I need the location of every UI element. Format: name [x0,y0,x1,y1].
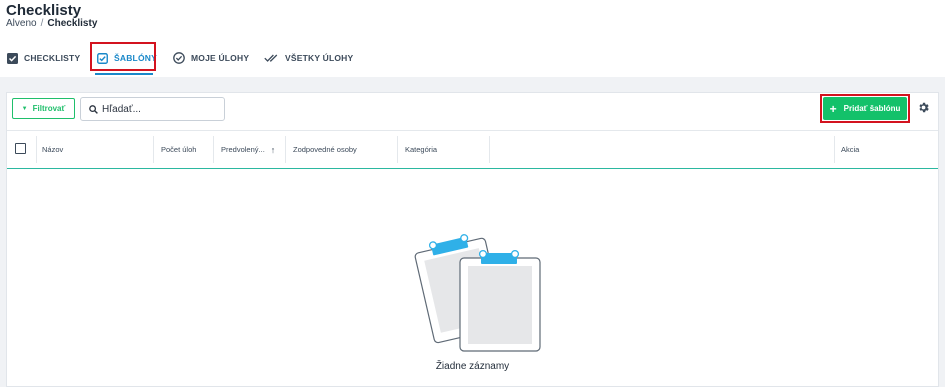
caret-down-icon: ▼ [21,105,28,112]
column-header-akcia: Akcia [841,131,859,168]
column-label: Názov [42,145,64,154]
empty-state-message: Žiadne záznamy [435,361,510,372]
search-icon [89,104,98,114]
column-header-kategoria[interactable]: Kategória [405,131,437,168]
tab-label: CHECKLISTY [24,53,81,63]
highlight-box-tab [90,42,156,71]
sort-ascending-icon: ↑ [270,144,276,155]
column-label: Zodpovedné osoby [293,145,357,154]
column-divider [285,136,286,163]
table-header: Názov Počet úloh Predvolený... ↑ Zodpove… [7,130,938,169]
double-check-icon [264,54,278,62]
column-header-nazov[interactable]: Názov [42,131,63,168]
templates-panel: ▼ Filtrovať + Pridať šablónu Názov Počet… [6,92,939,387]
tab-checklisty[interactable]: CHECKLISTY [7,45,80,71]
select-all-checkbox[interactable] [15,143,26,154]
clipboard-illustration [414,234,541,352]
column-header-zodpovedne-osoby[interactable]: Zodpovedné osoby [293,131,357,168]
breadcrumb-current: Checklisty [47,18,98,29]
checkbox-checked-icon [7,52,18,64]
search-input[interactable] [102,103,222,115]
circle-check-icon [173,52,185,64]
search-box[interactable] [80,97,225,121]
column-label: Kategória [405,145,438,154]
filter-label: Filtrovať [32,104,66,113]
tab-label: VŠETKY ÚLOHY [285,53,354,63]
breadcrumb: Alveno / Checklisty [6,18,97,29]
column-divider [489,136,490,163]
column-label: Akcia [841,145,860,154]
tab-active-indicator [95,73,153,75]
page-header: Checklisty Alveno / Checklisty CHECKLISTY … [0,0,945,77]
breadcrumb-separator: / [40,18,44,29]
column-divider [213,136,214,163]
tab-vsetky-ulohy[interactable]: VŠETKY ÚLOHY [264,45,353,71]
column-label: Počet úloh [161,145,197,154]
column-divider [36,136,37,163]
column-divider [834,136,835,163]
column-header-predvoleny[interactable]: Predvolený... ↑ [221,131,275,168]
highlight-box-add [820,94,910,123]
column-divider [397,136,398,163]
page-title: Checklisty [6,2,82,19]
breadcrumb-root[interactable]: Alveno [6,18,37,29]
tab-label: MOJE ÚLOHY [191,53,250,63]
column-header-pocet-uloh[interactable]: Počet úloh [161,131,196,168]
column-divider [153,136,154,163]
gear-icon[interactable] [917,101,930,114]
tab-moje-ulohy[interactable]: MOJE ÚLOHY [173,45,249,71]
column-label: Predvolený... [221,145,265,154]
filter-button[interactable]: ▼ Filtrovať [12,98,75,119]
